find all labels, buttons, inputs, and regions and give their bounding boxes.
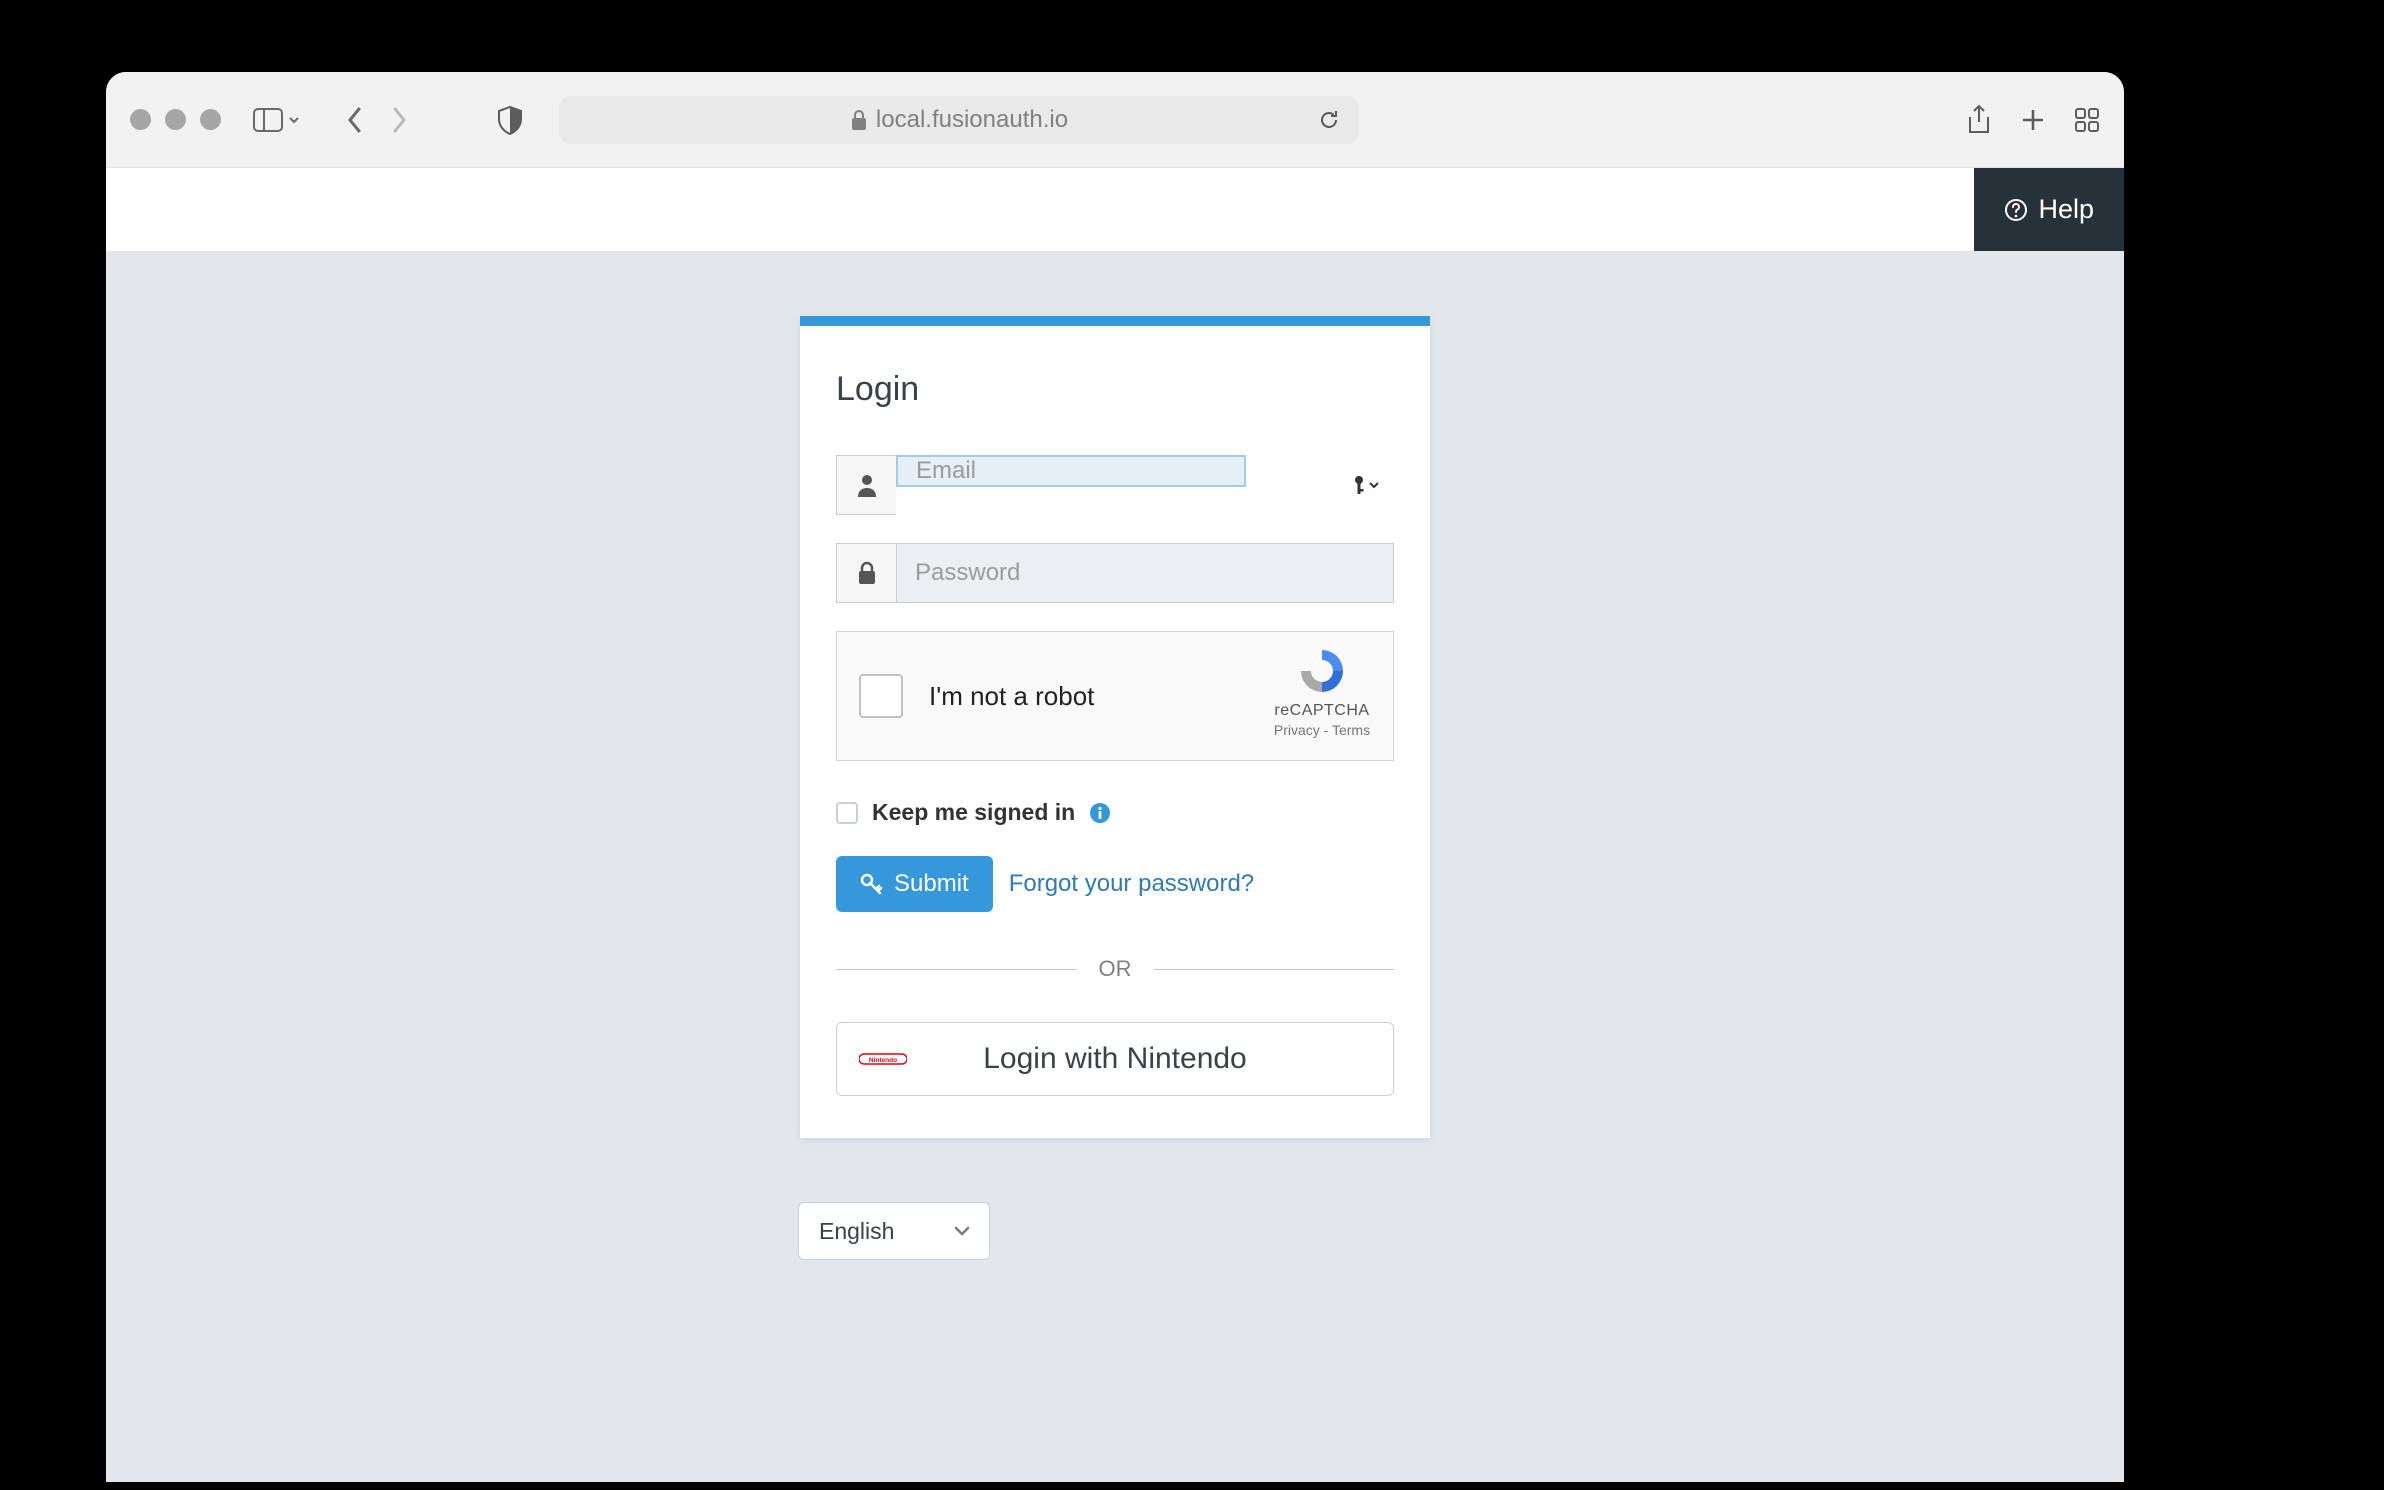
recaptcha-logo: reCAPTCHA Privacy - Terms <box>1269 646 1375 746</box>
email-field[interactable] <box>896 455 1246 487</box>
window-close[interactable] <box>130 109 151 130</box>
login-panel: Login <box>800 316 1430 1138</box>
help-icon <box>2004 198 2028 222</box>
share-icon[interactable] <box>1966 104 1992 136</box>
or-divider: OR <box>836 956 1394 982</box>
window-minimize[interactable] <box>165 109 186 130</box>
info-icon[interactable] <box>1089 802 1111 824</box>
sidebar-toggle[interactable] <box>253 108 301 132</box>
password-input-group <box>836 543 1394 603</box>
new-tab-icon[interactable] <box>2020 107 2046 133</box>
keep-signed-in-label: Keep me signed in <box>872 799 1075 826</box>
page-topbar: Help <box>106 168 2124 252</box>
login-with-nintendo-button[interactable]: Nintendo Login with Nintendo <box>836 1022 1394 1096</box>
lock-icon <box>836 543 896 603</box>
tab-overview-icon[interactable] <box>2074 107 2100 133</box>
password-field[interactable] <box>896 543 1394 603</box>
content-area: Login <box>106 252 2124 1482</box>
keep-signed-in-checkbox[interactable] <box>836 802 858 824</box>
language-select[interactable]: English <box>798 1202 990 1260</box>
reload-icon[interactable] <box>1317 108 1341 132</box>
submit-button[interactable]: Submit <box>836 856 993 912</box>
key-icon <box>860 873 882 895</box>
address-bar[interactable]: local.fusionauth.io <box>559 96 1359 144</box>
recaptcha-widget: I'm not a robot reCAPTCHA Privacy - Term… <box>836 631 1394 761</box>
password-manager-icon[interactable] <box>1352 475 1380 495</box>
login-title: Login <box>836 370 1394 409</box>
keep-signed-in-row: Keep me signed in <box>836 799 1394 826</box>
submit-row: Submit Forgot your password? <box>836 856 1394 912</box>
recaptcha-checkbox[interactable] <box>859 674 903 718</box>
nav-back-button[interactable] <box>345 105 365 135</box>
page-viewport: Help Login <box>106 168 2124 1482</box>
window-controls <box>130 109 221 130</box>
lock-icon <box>850 109 868 131</box>
browser-titlebar: local.fusionauth.io <box>106 72 2124 168</box>
nav-forward-button[interactable] <box>389 105 409 135</box>
email-input-group <box>836 455 1394 515</box>
nintendo-icon: Nintendo <box>859 1052 907 1066</box>
svg-text:Nintendo: Nintendo <box>869 1057 897 1064</box>
window-maximize[interactable] <box>200 109 221 130</box>
user-icon <box>836 455 896 515</box>
privacy-shield-icon[interactable] <box>497 105 523 135</box>
forgot-password-link[interactable]: Forgot your password? <box>1009 870 1254 898</box>
chevron-down-icon <box>953 1225 971 1237</box>
url-text: local.fusionauth.io <box>876 106 1068 134</box>
recaptcha-label: I'm not a robot <box>929 681 1094 712</box>
help-button[interactable]: Help <box>1974 168 2124 251</box>
browser-window: local.fusionauth.io Help Login <box>106 72 2124 1482</box>
